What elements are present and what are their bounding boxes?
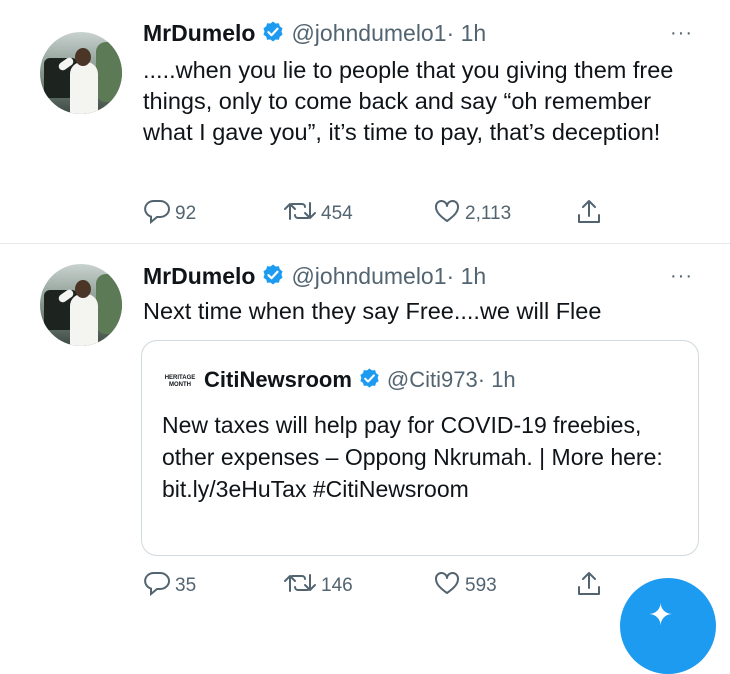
more-options-icon[interactable]: ···: [670, 22, 693, 45]
tweet-text: .....when you lie to people that you giv…: [143, 57, 674, 145]
like-button[interactable]: 593: [433, 570, 497, 602]
quoted-user-name[interactable]: CitiNewsroom: [204, 367, 352, 392]
avatar[interactable]: [40, 264, 122, 346]
avatar-person: [70, 62, 98, 114]
retweet-icon: [283, 198, 321, 230]
avatar-background: [96, 42, 122, 102]
share-icon: [575, 198, 607, 232]
tweet-header: MrDumelo @johndumelo1· 1h: [143, 20, 486, 50]
compose-tweet-icon: ✦: [648, 599, 674, 632]
reply-count: 92: [175, 203, 197, 224]
verified-badge-icon: [261, 263, 285, 293]
reply-count: 35: [175, 575, 197, 596]
verified-badge-icon: [358, 367, 381, 396]
quoted-user-handle[interactable]: @Citi973: [387, 367, 478, 392]
avatar-background: [96, 274, 122, 334]
avatar-person: [75, 280, 91, 298]
avatar-person: [70, 294, 98, 346]
share-button[interactable]: [575, 570, 607, 604]
retweet-icon: [283, 570, 321, 602]
heart-icon: [433, 198, 465, 230]
reply-button[interactable]: 35: [143, 570, 196, 602]
heart-icon: [433, 570, 465, 602]
share-button[interactable]: [575, 198, 607, 232]
user-handle[interactable]: @johndumelo1: [291, 263, 446, 289]
tweet[interactable]: MrDumelo @johndumelo1· 1h ··· Next time w…: [0, 244, 730, 633]
citinewsroom-logo: HERITAGE MONTH: [164, 375, 196, 388]
avatar[interactable]: [40, 32, 122, 114]
more-options-icon[interactable]: ···: [670, 265, 693, 288]
verified-badge-icon: [261, 20, 285, 50]
like-count: 2,113: [465, 203, 512, 224]
tweet-header: MrDumelo @johndumelo1· 1h: [143, 263, 486, 293]
reply-button[interactable]: 92: [143, 198, 196, 230]
tweet-time[interactable]: · 1h: [447, 263, 487, 289]
compose-tweet-button[interactable]: ✦: [620, 578, 716, 674]
user-handle[interactable]: @johndumelo1: [291, 20, 446, 46]
retweet-button[interactable]: 146: [283, 570, 353, 602]
tweet-actions: 35 146 593: [143, 570, 623, 600]
user-name[interactable]: MrDumelo: [143, 20, 255, 46]
quoted-tweet-header: CitiNewsroom @Citi973· 1h: [204, 367, 516, 396]
like-button[interactable]: 2,113: [433, 198, 511, 230]
avatar-person: [75, 48, 91, 66]
share-icon: [575, 570, 607, 604]
retweet-count: 454: [321, 203, 353, 224]
quoted-tweet-text: New taxes will help pay for COVID-19 fre…: [162, 412, 663, 502]
tweet[interactable]: MrDumelo @johndumelo1· 1h ··· .....when y…: [0, 0, 730, 243]
like-count: 593: [465, 575, 497, 596]
quoted-tweet-time[interactable]: · 1h: [478, 367, 516, 392]
tweet-actions: 92 454 2,113: [143, 198, 623, 228]
quoted-tweet[interactable]: HERITAGE MONTH CitiNewsroom @Citi973· 1h …: [141, 340, 699, 556]
tweet-text: Next time when they say Free....we will …: [143, 298, 602, 324]
reply-icon: [143, 570, 175, 602]
tweet-time[interactable]: · 1h: [447, 20, 487, 46]
retweet-count: 146: [321, 575, 353, 596]
retweet-button[interactable]: 454: [283, 198, 353, 230]
user-name[interactable]: MrDumelo: [143, 263, 255, 289]
reply-icon: [143, 198, 175, 230]
